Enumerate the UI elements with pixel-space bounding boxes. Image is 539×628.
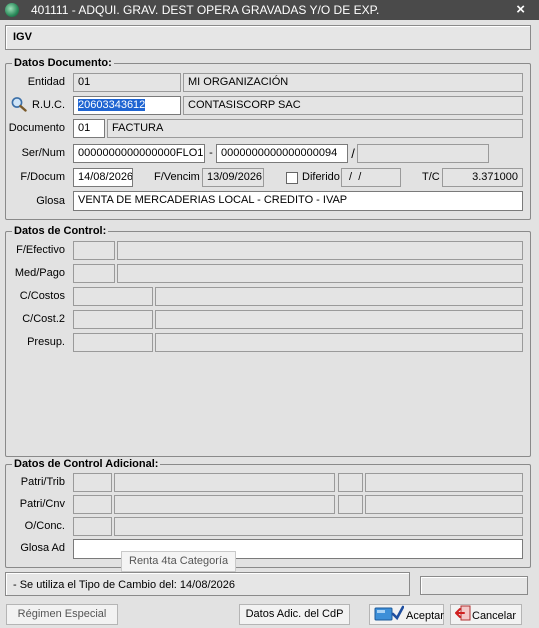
ccost2-label: C/Cost.2: [22, 313, 65, 325]
glosa-ad-label: Glosa Ad: [20, 542, 65, 554]
entidad-code-field[interactable]: 01: [73, 73, 181, 92]
datos-adic-cdp-button[interactable]: Datos Adic. del CdP: [239, 604, 350, 625]
aceptar-button[interactable]: Aceptar: [369, 604, 444, 625]
numero-input[interactable]: 0000000000000000094: [216, 144, 348, 163]
patri-cnv-desc-field: [114, 495, 335, 514]
fvencim-field[interactable]: 13/09/2026: [202, 168, 264, 187]
presup-label: Presup.: [27, 336, 65, 348]
search-icon[interactable]: [10, 96, 28, 112]
documento-code-input[interactable]: 01: [73, 119, 105, 138]
fefectivo-label: F/Efectivo: [16, 244, 65, 256]
sernum-label: Ser/Num: [21, 147, 65, 159]
patri-trib-desc2-field: [365, 473, 523, 492]
oconc-label: O/Conc.: [24, 520, 65, 532]
title-bar: 401111 - ADQUI. GRAV. DEST OPERA GRAVADA…: [0, 0, 539, 20]
patri-trib-desc-field: [114, 473, 335, 492]
datos-control-adicional-legend: Datos de Control Adicional:: [14, 458, 159, 470]
ccostos-code-field[interactable]: [73, 287, 153, 306]
ccost2-desc-field: [155, 310, 523, 329]
fefectivo-code-field[interactable]: [73, 241, 115, 260]
regimen-especial-button[interactable]: Régimen Especial: [6, 604, 118, 625]
patri-trib-label: Patri/Trib: [20, 476, 65, 488]
oconc-code-field[interactable]: [73, 517, 112, 536]
medpago-code-field[interactable]: [73, 264, 115, 283]
diferido-label: Diferido: [302, 171, 340, 183]
sernum-slash: /: [351, 146, 355, 161]
aceptar-label: Aceptar: [406, 610, 444, 622]
presup-code-field[interactable]: [73, 333, 153, 352]
status-message: - Se utiliza el Tipo de Cambio del: 14/0…: [13, 579, 235, 591]
app-icon: [5, 3, 19, 17]
datos-control-legend: Datos de Control:: [14, 225, 107, 237]
cancelar-label: Cancelar: [472, 610, 517, 622]
diferido-checkbox[interactable]: [286, 172, 298, 184]
sernum-extra-field: [357, 144, 489, 163]
status-aux-panel: [420, 576, 528, 595]
cancelar-button[interactable]: Cancelar: [450, 604, 522, 625]
ccostos-label: C/Costos: [19, 290, 65, 302]
medpago-label: Med/Pago: [14, 267, 65, 279]
fefectivo-desc-field: [117, 241, 523, 260]
ruc-name-field: CONTASISCORP SAC: [183, 96, 523, 115]
tc-label: T/C: [422, 171, 440, 183]
patri-cnv-code2-field[interactable]: [338, 495, 363, 514]
ruc-value: 20603343612: [78, 99, 146, 111]
entidad-label: Entidad: [27, 76, 65, 88]
serie-input[interactable]: 0000000000000000FLO1: [73, 144, 205, 163]
accept-icon: [374, 605, 405, 628]
medpago-desc-field: [117, 264, 523, 283]
tc-field: 3.371000: [442, 168, 523, 187]
fdocum-label: F/Docum: [20, 171, 65, 183]
diferido-date-field[interactable]: / /: [341, 168, 401, 187]
oconc-desc-field: [114, 517, 523, 536]
glosa-input[interactable]: VENTA DE MERCADERIAS LOCAL - CREDITO - I…: [73, 191, 523, 211]
exit-icon: [455, 605, 471, 628]
patri-cnv-code-field[interactable]: [73, 495, 112, 514]
ruc-input[interactable]: 20603343612: [73, 96, 181, 115]
renta-4ta-tooltip: Renta 4ta Categoría: [121, 551, 237, 572]
presup-desc-field: [155, 333, 523, 352]
documento-name-field: FACTURA: [107, 119, 523, 138]
ccost2-code-field[interactable]: [73, 310, 153, 329]
entidad-name-field: MI ORGANIZACIÓN: [183, 73, 523, 92]
patri-cnv-label: Patri/Cnv: [19, 498, 65, 510]
patri-trib-code2-field[interactable]: [338, 473, 363, 492]
ccostos-desc-field: [155, 287, 523, 306]
documento-label: Documento: [8, 122, 65, 134]
glosa-label: Glosa: [36, 195, 65, 207]
tax-code-label: IGV: [13, 31, 32, 43]
fvencim-label: F/Vencim: [154, 171, 200, 183]
datos-documento-legend: Datos Documento:: [14, 57, 112, 69]
status-panel: - Se utiliza el Tipo de Cambio del: 14/0…: [5, 572, 410, 596]
tax-header-panel: IGV: [5, 25, 531, 50]
sernum-dash: -: [209, 147, 213, 159]
close-icon[interactable]: ×: [516, 1, 525, 18]
fdocum-input[interactable]: 14/08/2026: [73, 168, 133, 187]
patri-trib-code-field[interactable]: [73, 473, 112, 492]
ruc-label: R.U.C.: [32, 99, 65, 111]
patri-cnv-desc2-field: [365, 495, 523, 514]
window-title: 401111 - ADQUI. GRAV. DEST OPERA GRAVADA…: [31, 3, 380, 17]
